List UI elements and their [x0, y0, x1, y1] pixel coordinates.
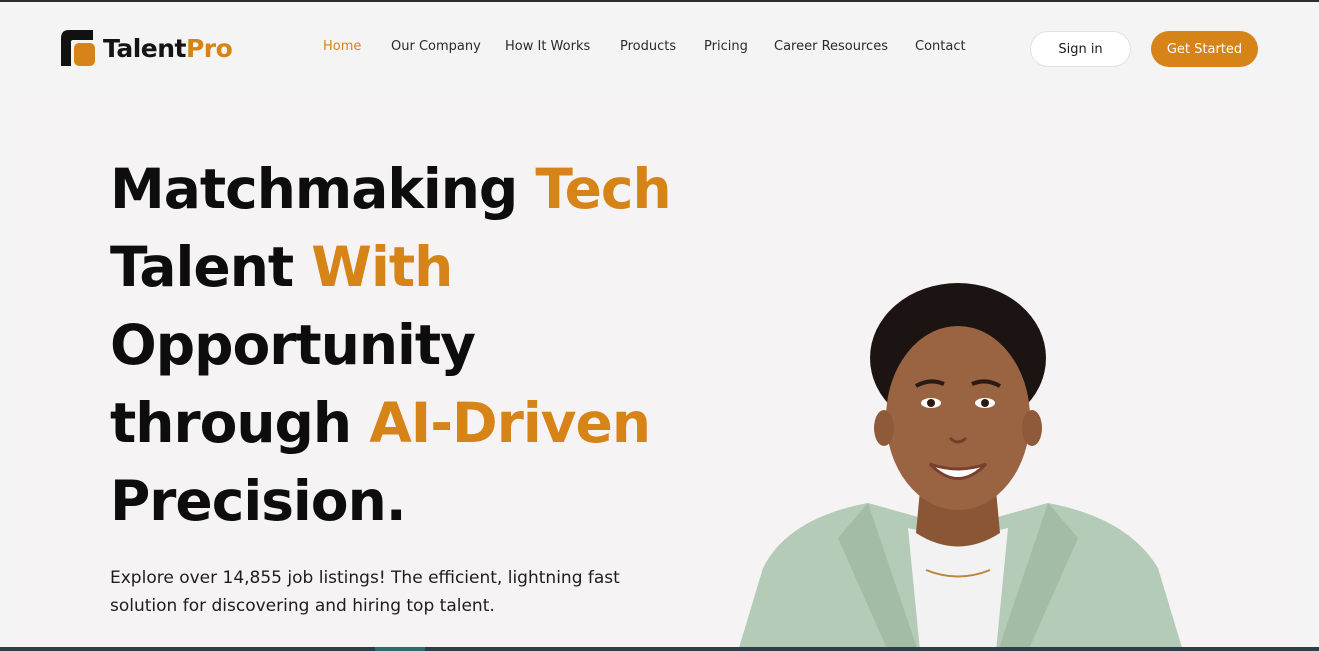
headline-word-through: through: [110, 391, 370, 455]
nav-pricing[interactable]: Pricing: [704, 39, 748, 54]
nav-career-resources[interactable]: Career Resources: [774, 39, 888, 54]
headline-accent-with: With: [311, 235, 453, 299]
nav-contact[interactable]: Contact: [915, 39, 966, 54]
nav-products[interactable]: Products: [620, 39, 676, 54]
logo-wordmark: TalentPro: [103, 33, 233, 63]
headline-accent-tech: Tech: [535, 157, 671, 221]
headline-line-1: Matchmaking Tech: [110, 150, 730, 228]
talentpro-logo[interactable]: TalentPro: [57, 28, 233, 68]
headline-accent-ai-driven: AI-Driven: [369, 391, 651, 455]
headline-word-talent: Talent: [110, 235, 312, 299]
headline-line-2: Talent With: [110, 228, 730, 306]
nav-how-it-works[interactable]: How It Works: [505, 39, 590, 54]
logo-text-talent: Talent: [103, 33, 186, 63]
nav-home[interactable]: Home: [323, 39, 361, 54]
hero-subtext: Explore over 14,855 job listings! The ef…: [110, 568, 620, 616]
headline-line-3: Opportunity: [110, 313, 476, 377]
nav-our-company[interactable]: Our Company: [391, 39, 481, 54]
bottom-strip-accent: [375, 647, 425, 651]
headline-line-4: through AI-Driven: [110, 384, 730, 462]
get-started-button[interactable]: Get Started: [1151, 31, 1258, 67]
hero-section: Matchmaking Tech Talent With Opportunity…: [18, 98, 1299, 651]
headline-line-5: Precision.: [110, 469, 407, 533]
logo-mark-icon: [61, 30, 95, 66]
hero-headline: Matchmaking Tech Talent With Opportunity…: [110, 150, 730, 540]
logo-text-pro: Pro: [185, 33, 233, 63]
sign-in-button[interactable]: Sign in: [1030, 31, 1131, 67]
bottom-strip: [0, 647, 1319, 651]
site-header: TalentPro Home Our Company How It Works …: [0, 2, 1319, 96]
headline-word-matchmaking: Matchmaking: [110, 157, 536, 221]
hero-portrait-image: [738, 283, 1183, 651]
